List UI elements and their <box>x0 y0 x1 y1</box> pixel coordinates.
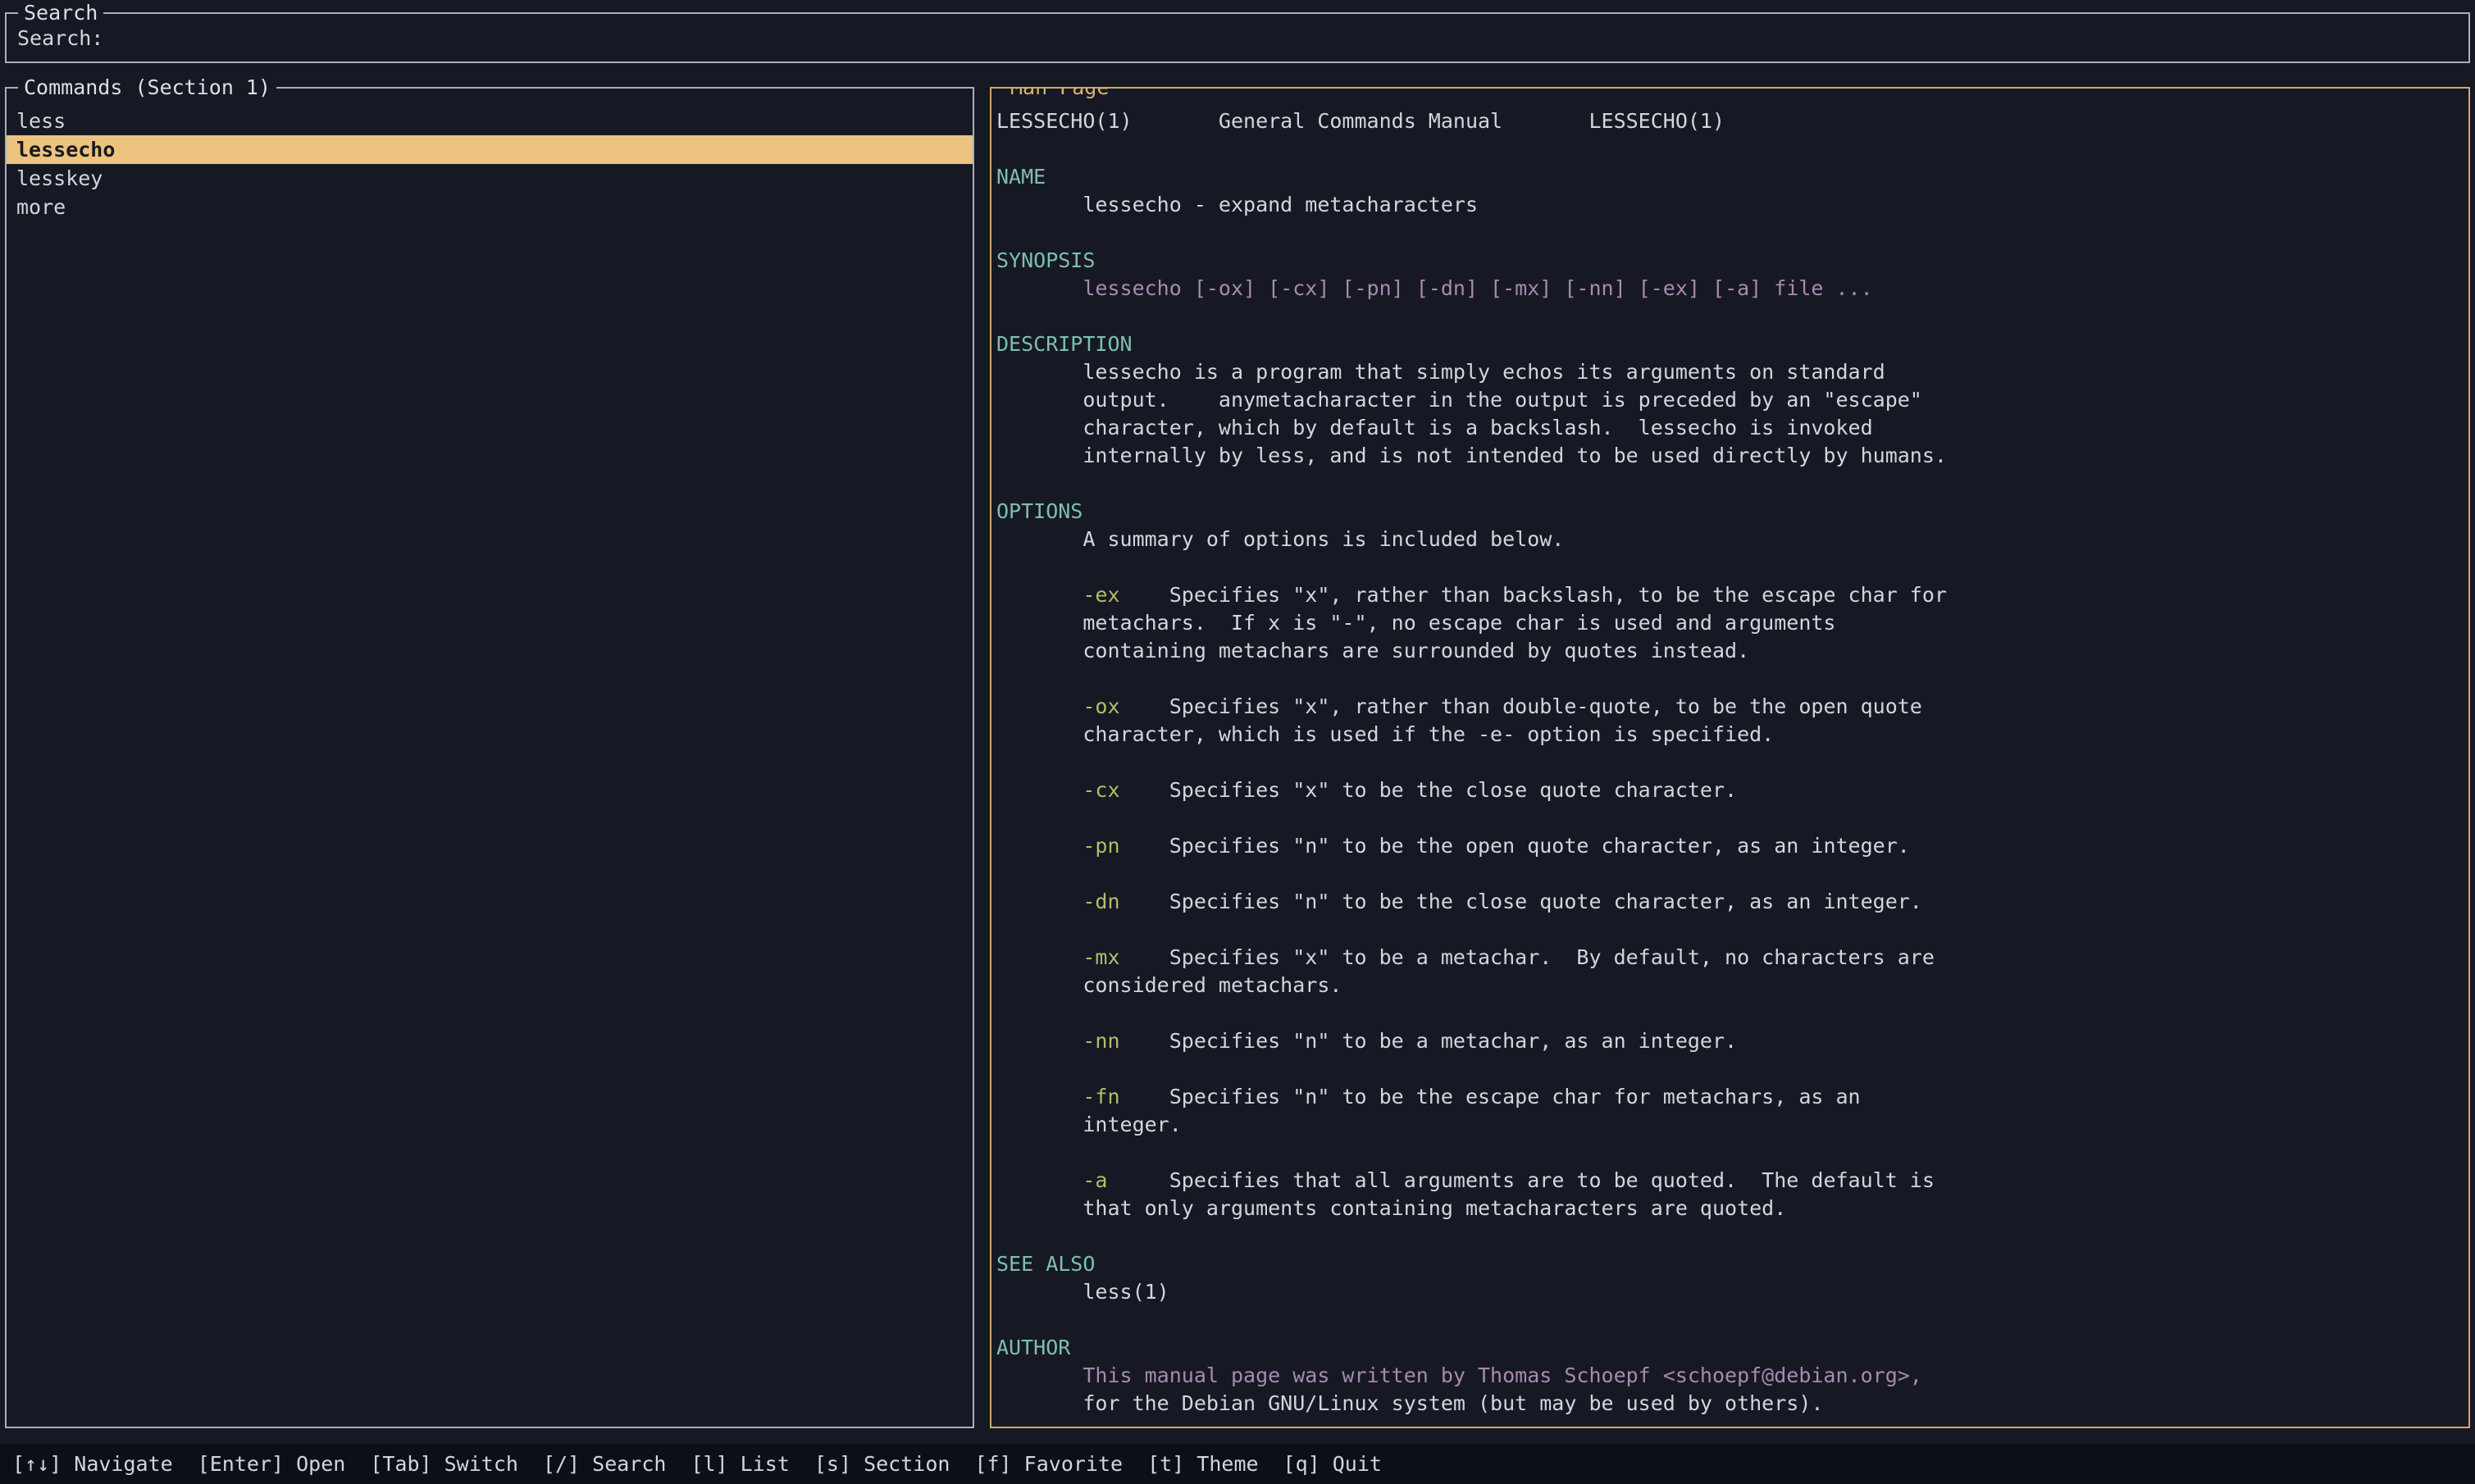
statusbar-label: Theme <box>1184 1452 1258 1476</box>
man-page-line: -cx Specifies "x" to be the close quote … <box>996 776 2460 804</box>
search-panel-title: Search <box>18 0 103 27</box>
statusbar-key: [Enter] <box>198 1452 284 1476</box>
man-page-line: -dn Specifies "n" to be the close quote … <box>996 888 2460 916</box>
man-page-line: -ex Specifies "x", rather than backslash… <box>996 581 2460 609</box>
statusbar-hint-switch: [Tab] Switch <box>370 1452 518 1476</box>
man-page-line <box>996 1306 2460 1334</box>
list-item-less[interactable]: less <box>7 107 973 135</box>
statusbar-hint-quit: [q] Quit <box>1283 1452 1382 1476</box>
man-page-line: AUTHOR <box>996 1334 2460 1362</box>
statusbar-key: [q] <box>1283 1452 1320 1476</box>
man-page-line: that only arguments containing metachara… <box>996 1195 2460 1222</box>
commands-panel: Commands (Section 1) lesslessecholesskey… <box>5 87 974 1428</box>
statusbar-label: Favorite <box>1012 1452 1123 1476</box>
statusbar-hint-open: [Enter] Open <box>198 1452 346 1476</box>
man-page-line: -pn Specifies "n" to be the open quote c… <box>996 832 2460 860</box>
man-page-line <box>996 749 2460 776</box>
man-page-line: metachars. If x is "-", no escape char i… <box>996 609 2460 637</box>
man-page-line: This manual page was written by Thomas S… <box>996 1362 2460 1390</box>
commands-list: lesslessecholesskeymore <box>7 89 973 221</box>
man-page-line <box>996 1139 2460 1167</box>
statusbar-key: [s] <box>814 1452 851 1476</box>
man-page-line <box>996 916 2460 944</box>
statusbar-hint-list: [l] List <box>691 1452 789 1476</box>
statusbar-key: [↑↓] <box>12 1452 62 1476</box>
status-bar: [↑↓] Navigate [Enter] Open [Tab] Switch [/]… <box>0 1444 2475 1484</box>
man-page-line: -fn Specifies "n" to be the escape char … <box>996 1083 2460 1111</box>
statusbar-hint-theme: [t] Theme <box>1147 1452 1258 1476</box>
man-page-line <box>996 135 2460 163</box>
man-page-line: character, which by default is a backsla… <box>996 414 2460 442</box>
man-page-line <box>996 470 2460 498</box>
man-page-line: containing metachars are surrounded by q… <box>996 637 2460 665</box>
statusbar-key: [f] <box>974 1452 1011 1476</box>
man-page-line <box>996 553 2460 581</box>
man-page-line: NAME <box>996 163 2460 191</box>
man-page-line: internally by less, and is not intended … <box>996 442 2460 470</box>
statusbar-label: Section <box>851 1452 950 1476</box>
app-window: Search Search: Commands (Section 1) less… <box>0 0 2475 1484</box>
statusbar-label: Navigate <box>62 1452 172 1476</box>
man-page-line: SYNOPSIS <box>996 247 2460 275</box>
statusbar-key: [t] <box>1147 1452 1184 1476</box>
man-page-line <box>996 1222 2460 1250</box>
man-page-line <box>996 219 2460 247</box>
statusbar-label: Open <box>284 1452 345 1476</box>
man-page-line: character, which is used if the -e- opti… <box>996 721 2460 749</box>
man-page-line: lessecho - expand metacharacters <box>996 191 2460 219</box>
man-page-line: OPTIONS <box>996 498 2460 526</box>
man-page-line: considered metachars. <box>996 972 2460 999</box>
commands-panel-title: Commands (Section 1) <box>18 74 276 102</box>
man-page-line: lessecho is a program that simply echos … <box>996 358 2460 386</box>
statusbar-key: [/] <box>543 1452 580 1476</box>
man-page-line <box>996 860 2460 888</box>
man-page-panel[interactable]: Man Page LESSECHO(1) General Commands Ma… <box>990 87 2470 1428</box>
man-page-line: SEE ALSO <box>996 1250 2460 1278</box>
man-page-line: -ox Specifies "x", rather than double-qu… <box>996 693 2460 721</box>
statusbar-label: Quit <box>1320 1452 1382 1476</box>
man-page-line: -mx Specifies "x" to be a metachar. By d… <box>996 944 2460 972</box>
man-page-line <box>996 303 2460 330</box>
man-page-line <box>996 804 2460 832</box>
search-prompt-label: Search: <box>17 26 103 50</box>
man-page-line <box>996 665 2460 693</box>
statusbar-label: Search <box>580 1452 666 1476</box>
man-page-line: LESSECHO(1) General Commands Manual LESS… <box>996 107 2460 135</box>
man-page-line: less(1) <box>996 1278 2460 1306</box>
search-panel: Search Search: <box>5 12 2470 63</box>
man-page-line: -a Specifies that all arguments are to b… <box>996 1167 2460 1195</box>
search-input[interactable]: Search: <box>7 14 2468 61</box>
man-page-line: output. anymetacharacter in the output i… <box>996 386 2460 414</box>
man-page-line: integer. <box>996 1111 2460 1139</box>
statusbar-key: [Tab] <box>370 1452 431 1476</box>
statusbar-key: [l] <box>691 1452 727 1476</box>
man-page-line: for the Debian GNU/Linux system (but may… <box>996 1390 2460 1418</box>
man-page-line: -nn Specifies "n" to be a metachar, as a… <box>996 1027 2460 1055</box>
man-page-panel-title: Man Page <box>1005 87 1114 102</box>
statusbar-hint-search: [/] Search <box>543 1452 667 1476</box>
man-page-line: A summary of options is included below. <box>996 526 2460 553</box>
man-page-line <box>996 999 2460 1027</box>
list-item-lesskey[interactable]: lesskey <box>7 164 973 193</box>
man-page-line <box>996 1055 2460 1083</box>
statusbar-hint-section: [s] Section <box>814 1452 950 1476</box>
man-page-line: DESCRIPTION <box>996 330 2460 358</box>
statusbar-label: Switch <box>432 1452 518 1476</box>
list-item-more[interactable]: more <box>7 193 973 221</box>
man-page-line: lessecho [-ox] [-cx] [-pn] [-dn] [-mx] [… <box>996 275 2460 303</box>
statusbar-hint-favorite: [f] Favorite <box>974 1452 1123 1476</box>
statusbar-label: List <box>728 1452 790 1476</box>
man-page-content: LESSECHO(1) General Commands Manual LESS… <box>991 89 2468 1418</box>
list-item-lessecho[interactable]: lessecho <box>7 135 973 164</box>
statusbar-hint-navigate: [↑↓] Navigate <box>12 1452 173 1476</box>
